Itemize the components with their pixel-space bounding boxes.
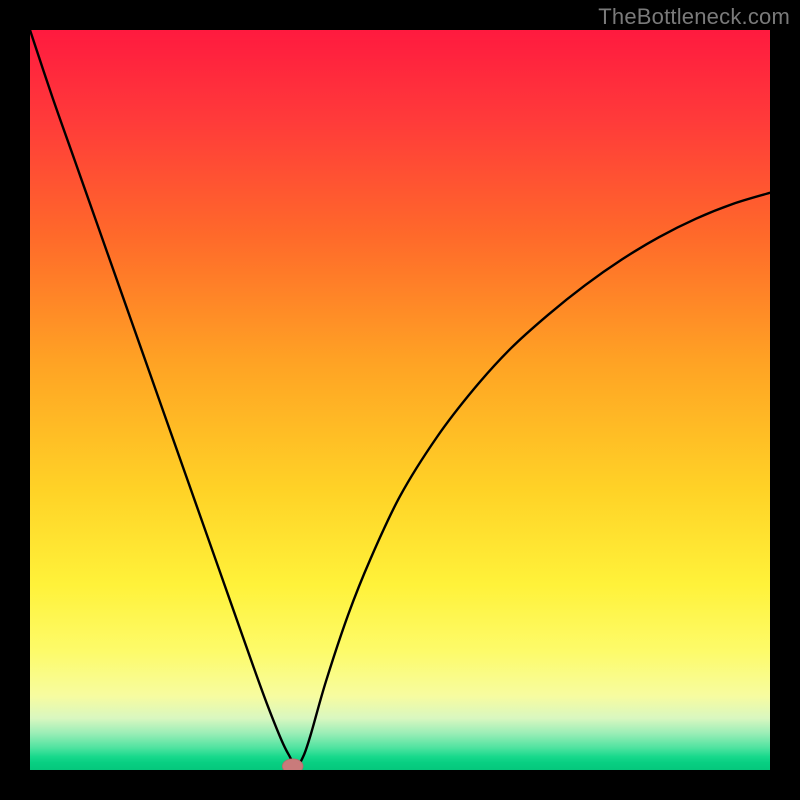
chart-svg [30, 30, 770, 770]
bottleneck-curve [30, 30, 770, 766]
watermark-text: TheBottleneck.com [598, 4, 790, 30]
chart-plot-area [30, 30, 770, 770]
optimal-point-marker [282, 759, 303, 770]
chart-frame: TheBottleneck.com [0, 0, 800, 800]
